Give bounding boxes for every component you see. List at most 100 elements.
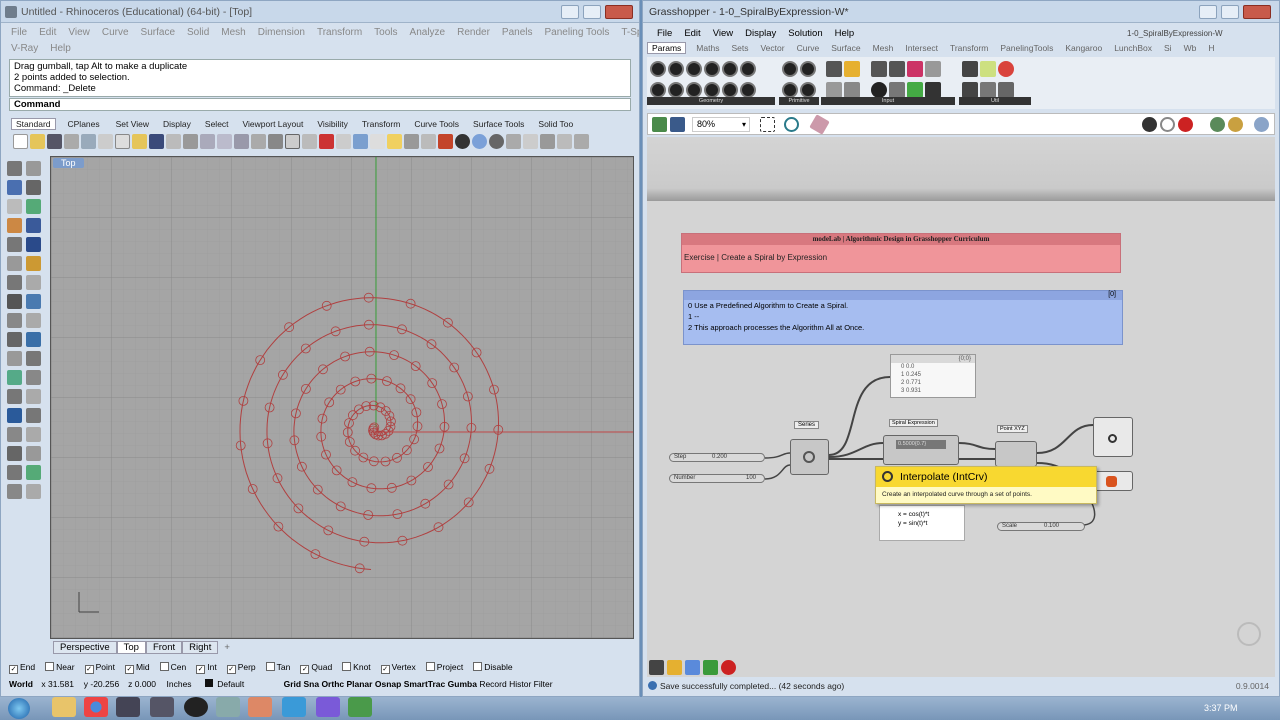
group-label-geometry[interactable]: Geometry: [647, 97, 775, 105]
menu-paneling-tools[interactable]: Paneling Tools: [545, 27, 610, 38]
gh-menu-edit[interactable]: Edit: [684, 28, 700, 39]
tool-icon[interactable]: [7, 465, 22, 480]
tool-icon[interactable]: [7, 389, 22, 404]
top-viewport[interactable]: Top: [50, 156, 634, 639]
tool-icon[interactable]: [26, 237, 41, 252]
gh-tab-lunchbox[interactable]: LunchBox: [1114, 43, 1152, 53]
app-icon[interactable]: [116, 697, 140, 717]
osnap-checkbox[interactable]: ✓: [380, 665, 390, 674]
materials-icon[interactable]: [1228, 117, 1243, 132]
wireframe-icon[interactable]: [1160, 117, 1175, 132]
osnap-point[interactable]: ✓ Point: [84, 662, 115, 674]
layer-label[interactable]: Default: [217, 679, 281, 689]
tool-icon[interactable]: [26, 199, 41, 214]
gh-tab-intersect[interactable]: Intersect: [905, 43, 938, 53]
minimize-button[interactable]: [561, 5, 579, 19]
graph-icon[interactable]: [844, 82, 860, 98]
menu-tools[interactable]: Tools: [374, 27, 397, 38]
gradient-icon[interactable]: [925, 61, 941, 77]
menu-surface[interactable]: Surface: [141, 27, 175, 38]
param-icon[interactable]: [650, 82, 666, 98]
tool-icon[interactable]: [7, 218, 22, 233]
osnap-perp[interactable]: ✓ Perp: [226, 662, 256, 674]
grasshopper-taskbar-icon[interactable]: [348, 697, 372, 717]
rotate-view-icon[interactable]: [183, 133, 198, 149]
gh-tab-sets[interactable]: Sets: [731, 43, 748, 53]
spiral-expression-node[interactable]: 0.5000{0.7}: [883, 435, 959, 465]
status-button[interactable]: Planar: [346, 679, 372, 689]
settings-icon[interactable]: [489, 133, 504, 149]
tool-icon[interactable]: [26, 389, 41, 404]
gh-tab-si[interactable]: Si: [1164, 43, 1172, 53]
gh-tab-surface[interactable]: Surface: [831, 43, 860, 53]
control-icon[interactable]: [907, 82, 923, 98]
cube-icon[interactable]: [316, 697, 340, 717]
osnap-project[interactable]: Project: [425, 662, 463, 672]
menu-panels[interactable]: Panels: [502, 27, 533, 38]
number-slider[interactable]: Number 100: [669, 474, 765, 483]
value-list-icon[interactable]: [925, 82, 941, 98]
tool-icon[interactable]: [26, 218, 41, 233]
rhino-title-bar[interactable]: Untitled - Rhinoceros (Educational) (64-…: [1, 1, 639, 23]
gh-tab-h[interactable]: H: [1208, 43, 1214, 53]
layer-swatch[interactable]: [204, 679, 213, 687]
status-button[interactable]: Orthc: [321, 679, 344, 689]
gh-maximize-button[interactable]: [1221, 5, 1239, 19]
param-icon[interactable]: [782, 82, 798, 98]
menu-view[interactable]: View: [68, 27, 90, 38]
mdslider-icon[interactable]: [889, 82, 905, 98]
shaded-preview-icon[interactable]: [1178, 117, 1193, 132]
list-icon[interactable]: [826, 82, 842, 98]
tool-icon[interactable]: [26, 427, 41, 442]
gh-tab-maths[interactable]: Maths: [696, 43, 719, 53]
render-preview-icon[interactable]: [472, 133, 487, 149]
help-icon[interactable]: [506, 133, 521, 149]
fitness-icon[interactable]: [980, 82, 996, 98]
tab-standard[interactable]: Standard: [11, 118, 56, 130]
group-label-primitive[interactable]: Primitive: [779, 97, 819, 105]
osnap-vertex[interactable]: ✓ Vertex: [380, 662, 416, 674]
tab-viewport-layout[interactable]: Viewport Layout: [243, 119, 304, 129]
lock-icon[interactable]: [336, 133, 351, 149]
button-icon[interactable]: [889, 61, 905, 77]
tab-curve-tools[interactable]: Curve Tools: [414, 119, 459, 129]
import-icon[interactable]: [81, 133, 96, 149]
osnap-checkbox[interactable]: ✓: [124, 665, 134, 674]
preview-icon[interactable]: [998, 61, 1014, 77]
tool-icon[interactable]: [26, 256, 41, 271]
record-icon[interactable]: [721, 660, 736, 675]
scribble-icon[interactable]: [980, 61, 996, 77]
osnap-checkbox[interactable]: [159, 662, 169, 671]
zoom-window-icon[interactable]: [217, 133, 232, 149]
tab-solid-tools[interactable]: Solid Too: [538, 119, 573, 129]
param-icon[interactable]: [704, 82, 720, 98]
skype-icon[interactable]: [282, 697, 306, 717]
gh-menu-help[interactable]: Help: [835, 28, 855, 39]
expression-panel[interactable]: x = cos(t)*t y = sin(t)*t: [879, 505, 965, 541]
lightbulb-icon[interactable]: [387, 133, 402, 149]
tool-icon[interactable]: [7, 408, 22, 423]
media-icon[interactable]: [184, 697, 208, 717]
render-icon[interactable]: [455, 133, 470, 149]
osnap-int[interactable]: ✓ Int: [196, 662, 217, 674]
osnap-quad[interactable]: ✓ Quad: [300, 662, 332, 674]
group-label-input[interactable]: Input: [821, 97, 955, 105]
gh-menu-solution[interactable]: Solution: [788, 28, 822, 39]
zoom-icon[interactable]: [200, 133, 215, 149]
param-icon[interactable]: [650, 61, 666, 77]
status-button[interactable]: Record Histor: [479, 679, 531, 689]
cluster-icon[interactable]: [962, 61, 978, 77]
gh-tab-mesh[interactable]: Mesh: [873, 43, 894, 53]
preview-node[interactable]: [1093, 471, 1133, 491]
data-panel[interactable]: {0;0} 0 0.0 1 0.245 2 0.771 3 0.931: [890, 354, 976, 398]
status-button[interactable]: Gumba: [448, 679, 477, 689]
options-icon[interactable]: [523, 133, 538, 149]
open-document-icon[interactable]: [652, 117, 667, 132]
menu-mesh[interactable]: Mesh: [221, 27, 245, 38]
command-prompt[interactable]: Command: [9, 98, 631, 111]
group-label-util[interactable]: Util: [959, 97, 1031, 105]
rhino-taskbar-icon[interactable]: [216, 697, 240, 717]
param-icon[interactable]: [782, 61, 798, 77]
osnap-checkbox[interactable]: [45, 662, 55, 671]
panel-icon[interactable]: [826, 61, 842, 77]
